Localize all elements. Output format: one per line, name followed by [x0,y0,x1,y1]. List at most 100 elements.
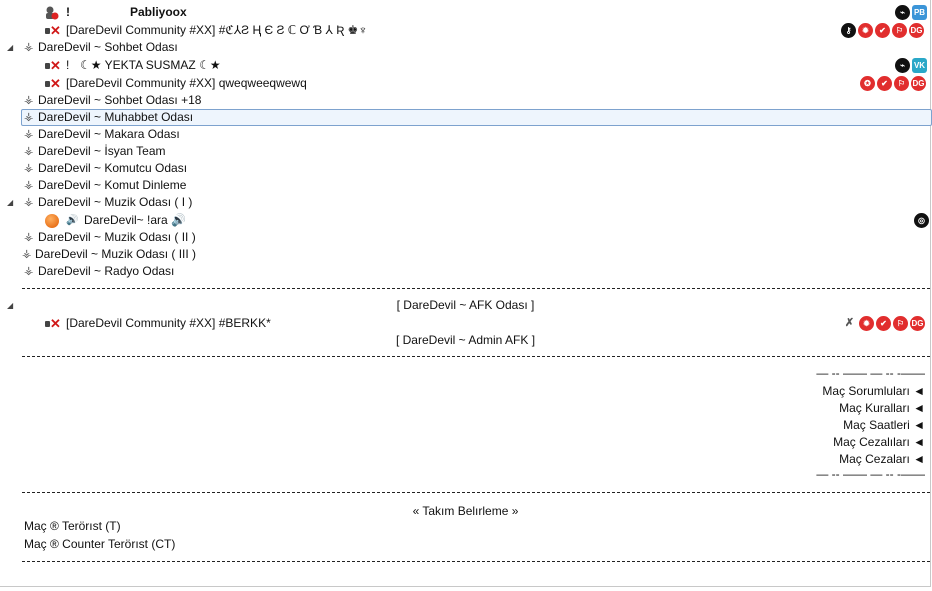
channel-row-muhabbet[interactable]: ⚶ DareDevil ~ Muhabbet Odası [0,109,932,126]
dg-badge-icon: DG [910,316,925,331]
channel-row-komutcu[interactable]: ⚶ DareDevil ~ Komutcu Odası [0,160,931,177]
bot-badge-icon: ◎ [914,213,929,228]
channel-row-team-t[interactable]: Maç ® Terörıst (T) [0,518,931,535]
client-row-berkk[interactable]: ✕ [DareDevil Community #XX] #BERKK* ✗ ✹ … [0,315,931,332]
channel-icon: ⚶ [24,41,34,53]
channel-row-muzik3[interactable]: ⚶ DareDevil ~ Muzik Odası ( III ) [0,246,931,263]
client-prefix: ! [66,58,70,72]
usb-icon: ⌁ [895,58,910,73]
client-name: DareDevil~ !ara 🔊 [84,213,186,227]
channel-row-muzik2[interactable]: ⚶ DareDevil ~ Muzik Odası ( II ) [0,229,931,246]
pb-badge-icon: PB [912,5,927,20]
channel-label: Maç Kuralları ◄ [839,401,925,415]
channel-label: DareDevil ~ Radyo Odası [38,264,175,278]
channel-label: Maç Sorumluları ◄ [822,384,925,398]
spacer-line [22,356,930,357]
muted-mic-icon: ✕ [44,76,61,91]
usb-icon: ⌁ [895,5,910,20]
channel-label: Maç ® Counter Terörıst (CT) [24,537,176,551]
muted-mic-icon: ✕ [44,23,61,38]
channel-row-mac-cezalilari[interactable]: Maç Cezalıları ◄ [0,434,931,451]
client-badges: ✗ ✹ ✔ ⚐ DG [842,316,925,331]
channel-label: DareDevil ~ Muzik Odası ( III ) [35,247,197,261]
channel-label: DareDevil ~ İsyan Team [38,144,166,158]
channel-label: [ DareDevil ~ Admin AFK ] [395,333,536,347]
channel-icon: ⚶ [24,128,34,140]
client-name: [DareDevil Community #XX] #BERKK* [66,316,271,330]
vk-badge-icon: VK [912,58,927,73]
check-badge-icon: ✔ [875,23,890,38]
channel-icon: ⚶ [24,265,34,277]
channel-row-muzik1[interactable]: ◢ ⚶ DareDevil ~ Muzik Odası ( I ) [0,194,931,211]
channel-icon: ⚶ [24,231,34,243]
collapse-arrow-icon[interactable]: ◢ [7,39,13,56]
channel-row-team-ct[interactable]: Maç ® Counter Terörıst (CT) [0,536,931,553]
client-row-server[interactable]: ✕ [DareDevil Community #XX] #ℭ⅄Ƨ Ⱨ Є Ƨ ℂ… [0,22,931,39]
check-badge-icon: ✔ [877,76,892,91]
channel-icon: ⚶ [24,179,34,191]
channel-icon: ⚶ [24,94,34,106]
muted-headset-icon: ✗ [844,317,855,329]
channel-row-komut[interactable]: ⚶ DareDevil ~ Komut Dinleme [0,177,931,194]
channel-icon: ⚶ [22,248,32,260]
client-name: Pabliyoox [130,5,187,19]
channel-row-mac-sorumlulari[interactable]: Maç Sorumluları ◄ [0,383,931,400]
client-badges: ⌁ VK [895,58,927,73]
channel-row-radyo[interactable]: ⚶ DareDevil ~ Radyo Odası [0,263,931,280]
muted-mic-icon: ✕ [44,316,61,331]
channel-label: DareDevil ~ Makara Odası [38,127,180,141]
speaker-icon: 🔊 [66,215,79,226]
channel-row-mac-saatleri[interactable]: Maç Saatleri ◄ [0,417,931,434]
shield-badge-icon: ✪ [860,76,875,91]
channel-row-sohbet[interactable]: ◢ ⚶ DareDevil ~ Sohbet Odası [0,39,931,56]
channel-row-isyan[interactable]: ⚶ DareDevil ~ İsyan Team [0,143,931,160]
muted-mic-icon: ✕ [44,58,61,73]
channel-label: Maç ® Terörıst (T) [24,519,121,533]
channel-row-mac-kurallari[interactable]: Maç Kuralları ◄ [0,400,931,417]
dg-badge-icon: DG [911,76,926,91]
decor-dashes: — -- —— — -- -—— [816,366,925,380]
runner-badge-icon: ⚐ [894,76,909,91]
channel-icon: ⚶ [24,162,34,174]
channel-icon: ⚶ [24,111,34,123]
channel-label: DareDevil ~ Sohbet Odası +18 [38,93,202,107]
client-badges: ⚷ ✹ ✔ ⚐ DG [841,23,924,38]
client-name: [DareDevil Community #XX] #ℭ⅄Ƨ Ⱨ Є Ƨ ℂ Ơ… [66,23,368,37]
channel-label: DareDevil ~ Muzik Odası ( I ) [38,195,193,209]
away-client-icon [44,6,60,20]
runner-badge-icon: ⚐ [893,316,908,331]
client-row-qweq[interactable]: ✕ [DareDevil Community #XX] qweqweeqwewq… [0,75,931,92]
server-tree-panel: ! Pabliyoox ⌁ PB ✕ [DareDevil Community … [0,0,932,587]
channel-label: DareDevil ~ Muzik Odası ( II ) [38,230,196,244]
channel-label: DareDevil ~ Muhabbet Odası [38,110,194,124]
spacer-row: — -- —— — -- -—— [0,365,931,382]
dg-badge-icon: DG [909,23,924,38]
star-badge-icon: ✹ [859,316,874,331]
channel-icon: ⚶ [24,145,34,157]
decor-dashes: — -- —— — -- -—— [816,467,925,481]
client-row-bot[interactable]: 🔊 DareDevil~ !ara 🔊 ◎ [0,212,931,229]
channel-label: DareDevil ~ Komutcu Odası [38,161,188,175]
channel-row-admin-afk[interactable]: [ DareDevil ~ Admin AFK ] [0,332,931,349]
channel-row-afk[interactable]: ◢ [ DareDevil ~ AFK Odası ] [0,297,931,314]
spacer-line [22,561,930,562]
channel-row-makara[interactable]: ⚶ DareDevil ~ Makara Odası [0,126,931,143]
channel-label: Maç Saatleri ◄ [843,418,925,432]
talking-status-icon [45,214,59,228]
channel-row-sohbet18[interactable]: ⚶ DareDevil ~ Sohbet Odası +18 [0,92,931,109]
client-badges: ⌁ PB [895,5,927,20]
channel-label: DareDevil ~ Komut Dinleme [38,178,187,192]
star-badge-icon: ✹ [858,23,873,38]
client-badges: ✪ ✔ ⚐ DG [860,76,926,91]
client-row-yekta[interactable]: ✕ ! ☾★ YEKTA SUSMAZ ☾★ ⌁ VK [0,57,931,74]
client-row-pabliyoox[interactable]: ! Pabliyoox ⌁ PB [0,4,931,21]
spacer-line [22,492,930,493]
runner-badge-icon: ⚐ [892,23,907,38]
check-badge-icon: ✔ [876,316,891,331]
spacer-row: — -- —— — -- -—— [0,466,931,483]
channel-label: [ DareDevil ~ AFK Odası ] [396,298,535,312]
collapse-arrow-icon[interactable]: ◢ [7,194,13,211]
channel-icon: ⚶ [24,196,34,208]
client-prefix: ! [66,5,70,19]
key-icon: ⚷ [841,23,856,38]
